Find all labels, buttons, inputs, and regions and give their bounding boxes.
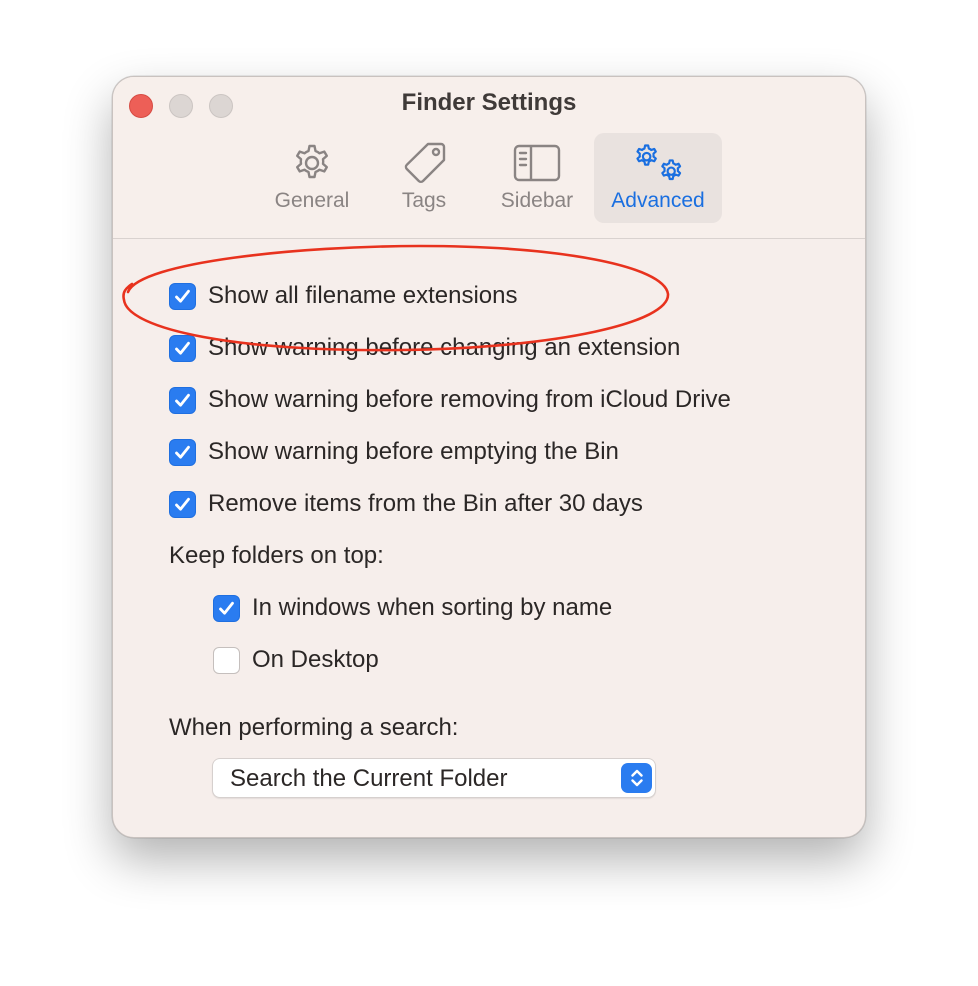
option-warn-empty-bin[interactable]: Show warning before emptying the Bin (169, 437, 619, 467)
checkbox-warn-empty-bin[interactable] (169, 438, 196, 466)
option-folders-in-windows[interactable]: In windows when sorting by name (213, 593, 612, 623)
checkmark-icon (175, 289, 190, 303)
checkmark-icon (175, 341, 190, 355)
search-scope-select[interactable]: Search the Current Folder (212, 758, 656, 798)
keep-folders-label: Keep folders on top: (169, 542, 384, 569)
option-remove-bin-items[interactable]: Remove items from the Bin after 30 days (169, 489, 643, 519)
search-scope-value: Search the Current Folder (230, 765, 508, 792)
tab-general[interactable]: General (262, 133, 362, 223)
gear-icon (290, 141, 334, 190)
checkbox-warn-extension-change[interactable] (169, 334, 196, 362)
option-label: Show warning before removing from iCloud… (208, 386, 731, 413)
chevron-up-down-icon (621, 763, 652, 793)
option-label: Remove items from the Bin after 30 days (208, 490, 643, 517)
option-warn-extension-change[interactable]: Show warning before changing an extensio… (169, 333, 680, 363)
option-label: Show warning before emptying the Bin (208, 438, 619, 465)
window-title: Finder Settings (401, 89, 577, 116)
option-folders-on-desktop[interactable]: On Desktop (213, 645, 379, 675)
toolbar: Finder Settings General Tags Sidebar Adv… (113, 77, 865, 239)
option-show-extensions[interactable]: Show all filename extensions (169, 281, 518, 311)
checkbox-folders-in-windows[interactable] (213, 594, 240, 622)
tab-general-label: General (274, 189, 350, 212)
checkbox-folders-on-desktop[interactable] (213, 646, 240, 674)
option-label: On Desktop (252, 646, 379, 673)
tab-tags[interactable]: Tags (376, 133, 472, 223)
tab-advanced[interactable]: Advanced (594, 133, 722, 223)
checkbox-warn-icloud-remove[interactable] (169, 386, 196, 414)
tag-icon (400, 141, 448, 190)
tab-sidebar-label: Sidebar (500, 189, 574, 212)
checkmark-icon (175, 393, 190, 407)
option-label: Show all filename extensions (208, 282, 518, 309)
option-label: Show warning before changing an extensio… (208, 334, 681, 361)
search-scope-label: When performing a search: (169, 714, 459, 741)
tab-tags-label: Tags (401, 189, 447, 212)
tab-sidebar[interactable]: Sidebar (487, 133, 587, 223)
sidebar-icon (513, 141, 561, 190)
option-warn-icloud-remove[interactable]: Show warning before removing from iCloud… (169, 385, 731, 415)
checkmark-icon (219, 601, 234, 615)
checkmark-icon (175, 445, 190, 459)
finder-settings-window: Finder Settings General Tags Sidebar Adv… (112, 76, 866, 838)
checkbox-remove-bin-items[interactable] (169, 490, 196, 518)
option-label: In windows when sorting by name (252, 594, 613, 621)
checkbox-show-extensions[interactable] (169, 282, 196, 310)
gears-icon (629, 141, 687, 192)
tab-advanced-label: Advanced (611, 189, 705, 212)
checkmark-icon (175, 497, 190, 511)
